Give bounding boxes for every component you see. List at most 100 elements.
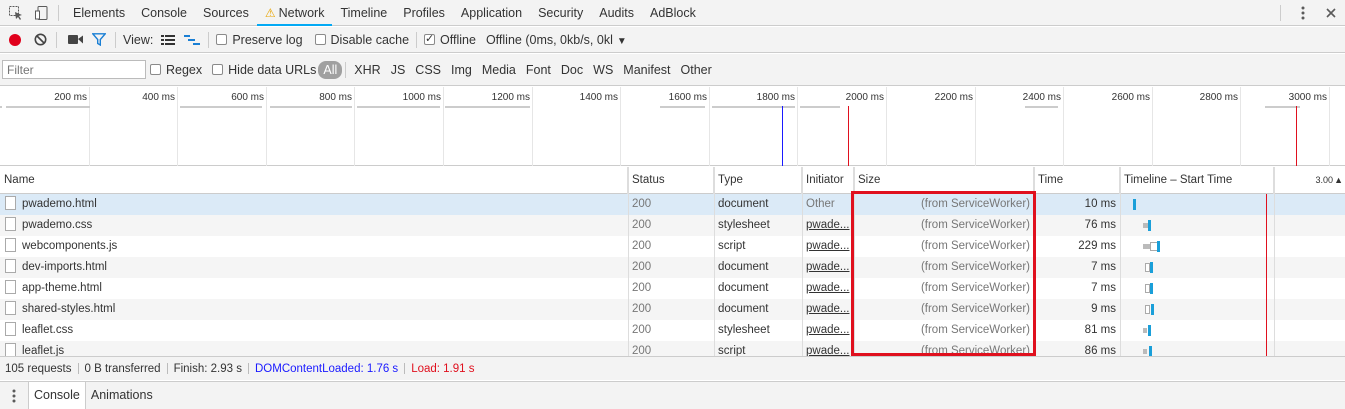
size-cell: (from ServiceWorker) bbox=[920, 303, 1030, 315]
request-name: leaflet.css bbox=[22, 324, 74, 336]
drawer-tab-animations[interactable]: Animations bbox=[86, 382, 158, 409]
size-cell: (from ServiceWorker) bbox=[920, 261, 1030, 273]
column-header-timeline[interactable]: Timeline – Start Time bbox=[1120, 167, 1274, 194]
drawer-menu-icon[interactable] bbox=[6, 386, 22, 406]
request-name-cell[interactable]: webcomponents.js bbox=[0, 236, 628, 257]
filter-type-media[interactable]: Media bbox=[477, 63, 521, 77]
initiator-cell[interactable]: pwade... bbox=[802, 257, 854, 278]
throttling-select[interactable]: Offline (0ms, 0kb/s, 0kl ▼ bbox=[486, 33, 627, 47]
tab-console[interactable]: Console bbox=[133, 0, 195, 26]
column-header-name[interactable]: Name bbox=[0, 167, 628, 194]
more-options-icon[interactable] bbox=[1293, 3, 1313, 23]
request-name-cell[interactable]: pwademo.css bbox=[0, 215, 628, 236]
device-mode-icon[interactable] bbox=[32, 3, 52, 23]
filter-type-other[interactable]: Other bbox=[676, 63, 717, 77]
initiator-cell[interactable]: pwade... bbox=[802, 236, 854, 257]
file-icon bbox=[5, 217, 16, 231]
regex-checkbox[interactable]: Regex bbox=[150, 63, 202, 77]
clear-icon[interactable] bbox=[31, 31, 49, 49]
tab-elements[interactable]: Elements bbox=[65, 0, 133, 26]
capture-screenshots-icon[interactable] bbox=[66, 31, 84, 49]
preserve-log-checkbox[interactable]: Preserve log bbox=[216, 33, 303, 47]
transferred-size: 0 B transferred bbox=[84, 362, 161, 375]
filter-type-js[interactable]: JS bbox=[386, 63, 411, 77]
column-header-initiator[interactable]: Initiator bbox=[802, 167, 854, 194]
request-name-cell[interactable]: shared-styles.html bbox=[0, 299, 628, 320]
drawer-tab-bar: Console Animations bbox=[0, 381, 1345, 409]
checkbox-box[interactable] bbox=[150, 64, 161, 75]
initiator-cell[interactable]: pwade... bbox=[802, 299, 854, 320]
table-row[interactable]: leaflet.css 200 stylesheet pwade... (from Se… bbox=[0, 320, 1345, 341]
overview-request-bar bbox=[6, 106, 90, 108]
filter-type-all[interactable]: All bbox=[318, 60, 343, 79]
drawer-tab-console[interactable]: Console bbox=[28, 382, 86, 409]
overview-tick-label: 1400 ms bbox=[579, 92, 618, 103]
table-row[interactable]: pwademo.html 200 document Other (from Servic… bbox=[0, 194, 1345, 215]
table-row[interactable]: app-theme.html 200 document pwade... (from S… bbox=[0, 278, 1345, 299]
filter-type-xhr[interactable]: XHR bbox=[349, 63, 385, 77]
tab-security[interactable]: Security bbox=[530, 0, 591, 26]
tab-adblock[interactable]: AdBlock bbox=[642, 0, 704, 26]
column-header-type[interactable]: Type bbox=[714, 167, 802, 194]
overview-gridline bbox=[354, 87, 355, 166]
large-rows-icon[interactable] bbox=[159, 31, 177, 49]
overview-gridline bbox=[177, 87, 178, 166]
table-row[interactable]: pwademo.css 200 stylesheet pwade... (from Se… bbox=[0, 215, 1345, 236]
request-name-cell[interactable]: leaflet.css bbox=[0, 320, 628, 341]
overview-gridline bbox=[532, 87, 533, 166]
checkbox-box[interactable] bbox=[314, 34, 326, 45]
tab-sources[interactable]: Sources bbox=[195, 0, 257, 26]
table-row[interactable]: dev-imports.html 200 document pwade... (from… bbox=[0, 257, 1345, 278]
waterfall-download-bar bbox=[1150, 283, 1153, 294]
finish-time: Finish: 2.93 s bbox=[173, 362, 242, 375]
initiator-cell[interactable]: pwade... bbox=[802, 278, 854, 299]
filter-type-manifest[interactable]: Manifest bbox=[618, 63, 675, 77]
table-row[interactable]: leaflet.js 200 script pwade... (from Service… bbox=[0, 341, 1345, 356]
disable-cache-label: Disable cache bbox=[330, 32, 410, 47]
tab-timeline[interactable]: Timeline bbox=[332, 0, 395, 26]
initiator-cell[interactable]: pwade... bbox=[802, 341, 854, 356]
request-name-cell[interactable]: app-theme.html bbox=[0, 278, 628, 299]
table-row[interactable]: webcomponents.js 200 script pwade... (from S… bbox=[0, 236, 1345, 257]
overview-domcontentloaded-line bbox=[782, 106, 783, 166]
filter-type-css[interactable]: CSS bbox=[410, 63, 446, 77]
request-name-cell[interactable]: pwademo.html bbox=[0, 194, 628, 215]
network-overview[interactable]: 200 ms 400 ms 600 ms 800 ms 1000 ms 1200 ms 14… bbox=[0, 87, 1345, 166]
request-name-cell[interactable]: dev-imports.html bbox=[0, 257, 628, 278]
inspect-element-icon[interactable] bbox=[6, 3, 26, 23]
hide-data-urls-checkbox[interactable]: Hide data URLs bbox=[212, 63, 316, 77]
time-cell: 76 ms bbox=[1084, 219, 1116, 231]
tab-application[interactable]: Application bbox=[453, 0, 530, 26]
request-name-cell[interactable]: leaflet.js bbox=[0, 341, 628, 356]
filter-type-ws[interactable]: WS bbox=[588, 63, 618, 77]
column-header-size[interactable]: Size bbox=[854, 167, 1034, 194]
toolbar-separator bbox=[345, 61, 347, 78]
overview-request-bar bbox=[800, 106, 840, 108]
table-row[interactable]: shared-styles.html 200 document pwade... (fr… bbox=[0, 299, 1345, 320]
disable-cache-checkbox[interactable]: Disable cache bbox=[314, 32, 410, 47]
checkbox-box[interactable] bbox=[212, 64, 224, 75]
checkbox-box-checked[interactable] bbox=[424, 32, 436, 45]
tab-profiles[interactable]: Profiles bbox=[395, 0, 453, 26]
filter-icon[interactable] bbox=[90, 31, 108, 49]
close-icon[interactable] bbox=[1321, 3, 1341, 23]
filter-type-font[interactable]: Font bbox=[521, 63, 556, 77]
network-toolbar: View: Preserve log Disable cache Offline… bbox=[0, 27, 1345, 53]
tab-audits[interactable]: Audits bbox=[591, 0, 642, 26]
tab-network[interactable]: ⚠ Network bbox=[256, 0, 333, 26]
column-header-time[interactable]: Time bbox=[1034, 167, 1120, 194]
checkbox-box[interactable] bbox=[216, 34, 228, 45]
column-divider bbox=[802, 167, 803, 356]
load-event-line bbox=[1266, 194, 1267, 356]
waterfall-view-icon[interactable] bbox=[183, 31, 201, 49]
filter-type-img[interactable]: Img bbox=[446, 63, 477, 77]
initiator-cell[interactable]: pwade... bbox=[802, 320, 854, 341]
initiator-cell[interactable]: pwade... bbox=[802, 215, 854, 236]
column-header-status[interactable]: Status bbox=[628, 167, 714, 194]
filter-input[interactable] bbox=[2, 60, 146, 79]
filter-type-doc[interactable]: Doc bbox=[556, 63, 588, 77]
record-button[interactable] bbox=[9, 33, 21, 46]
offline-checkbox[interactable]: Offline bbox=[424, 32, 476, 47]
offline-label: Offline bbox=[440, 32, 476, 47]
column-divider bbox=[714, 167, 715, 356]
